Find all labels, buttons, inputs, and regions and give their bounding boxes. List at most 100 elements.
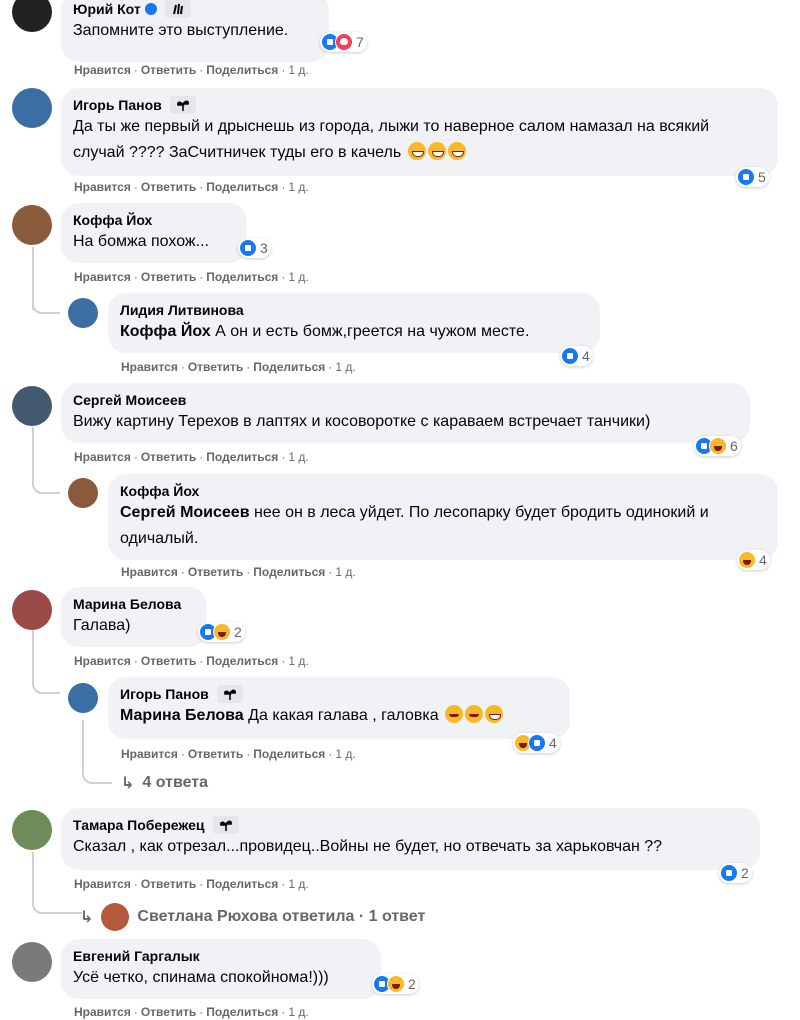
like-link[interactable]: Нравится [121, 565, 178, 579]
haha-icon [738, 551, 756, 569]
timestamp[interactable]: 1 д. [335, 747, 355, 761]
share-link[interactable]: Поделиться [253, 747, 325, 761]
sprout-badge-icon [169, 96, 196, 114]
avatar[interactable] [12, 942, 52, 982]
comment-author[interactable]: Сергей Моисеев [73, 391, 738, 409]
like-icon [720, 864, 738, 882]
like-link[interactable]: Нравится [74, 654, 131, 668]
mention-link[interactable]: Марина Белова [120, 707, 244, 724]
reply-link[interactable]: Ответить [141, 270, 196, 284]
reply-link[interactable]: Ответить [141, 1005, 196, 1019]
reply-link[interactable]: Ответить [141, 654, 196, 668]
comment-actions: Нравится · Ответить · Поделиться · 1 д. [121, 747, 356, 761]
share-link[interactable]: Поделиться [253, 360, 325, 374]
reactions-badge[interactable]: 7 [320, 32, 367, 52]
view-replies[interactable]: ↳ Светлана Рюхова ответила · 1 ответ [80, 903, 425, 931]
like-icon [239, 239, 257, 257]
comment-author[interactable]: Тамара Побережец [73, 816, 748, 834]
comment-author[interactable]: Лидия Литвинова [120, 301, 588, 319]
reactions-badge[interactable]: 6 [694, 436, 741, 456]
reactions-badge[interactable]: 4 [560, 346, 593, 366]
comment-text: На бомжа похож... [73, 233, 209, 250]
view-more-replies[interactable]: ↳ 4 ответа [121, 773, 208, 793]
reactions-badge[interactable]: 2 [372, 974, 419, 994]
thread-connector [32, 670, 60, 694]
thread-connector [32, 470, 60, 494]
comment-actions: Нравится · Ответить · Поделиться · 1 д. [74, 450, 309, 464]
comment-actions: Нравится · Ответить · Поделиться · 1 д. [121, 565, 356, 579]
grin-emoji [407, 142, 426, 160]
timestamp[interactable]: 1 д. [288, 270, 308, 284]
reactions-badge[interactable]: 2 [198, 622, 245, 642]
reactions-badge[interactable]: 3 [238, 238, 271, 258]
share-link[interactable]: Поделиться [206, 654, 278, 668]
like-link[interactable]: Нравится [121, 747, 178, 761]
comment-actions: Нравится · Ответить · Поделиться · 1 д. [74, 270, 309, 284]
comment-author[interactable]: Коффа Йох [120, 482, 766, 500]
timestamp[interactable]: 1 д. [335, 565, 355, 579]
comment-text: Сергей Моисеев нее он в леса уйдет. По л… [120, 504, 709, 547]
comment-author[interactable]: Игорь Панов [120, 685, 558, 703]
avatar[interactable] [12, 810, 52, 850]
reactions-badge[interactable]: 4 [737, 550, 770, 570]
reactions-badge[interactable]: 2 [719, 863, 752, 883]
like-link[interactable]: Нравится [74, 450, 131, 464]
avatar[interactable] [68, 683, 98, 713]
share-link[interactable]: Поделиться [206, 63, 278, 77]
reply-link[interactable]: Ответить [141, 450, 196, 464]
timestamp[interactable]: 1 д. [288, 1005, 308, 1019]
timestamp[interactable]: 1 д. [288, 877, 308, 891]
like-link[interactable]: Нравится [121, 360, 178, 374]
avatar[interactable] [12, 88, 52, 128]
timestamp[interactable]: 1 д. [335, 360, 355, 374]
timestamp[interactable]: 1 д. [288, 654, 308, 668]
reactions-badge[interactable]: 5 [736, 167, 769, 187]
timestamp[interactable]: 1 д. [288, 180, 308, 194]
share-link[interactable]: Поделиться [206, 270, 278, 284]
like-link[interactable]: Нравится [74, 1005, 131, 1019]
comment-actions: Нравится · Ответить · Поделиться · 1 д. [74, 1005, 309, 1019]
comment-author[interactable]: Марина Белова [73, 595, 195, 613]
mention-link[interactable]: Коффа Йох [120, 323, 211, 340]
thread-connector [82, 720, 112, 784]
avatar[interactable] [12, 0, 52, 32]
reply-link[interactable]: Ответить [188, 360, 243, 374]
like-link[interactable]: Нравится [74, 877, 131, 891]
comment-author[interactable]: Юрий Кот [73, 0, 317, 18]
comment-author[interactable]: Евгений Гаргалык [73, 947, 369, 965]
timestamp[interactable]: 1 д. [288, 63, 308, 77]
avatar[interactable] [68, 298, 98, 328]
avatar[interactable] [12, 386, 52, 426]
mention-link[interactable]: Сергей Моисеев [120, 504, 250, 521]
share-link[interactable]: Поделиться [206, 450, 278, 464]
timestamp[interactable]: 1 д. [288, 450, 308, 464]
avatar[interactable] [68, 478, 98, 508]
verified-icon [144, 3, 157, 15]
comment-bubble: Марина Белова Галава) [61, 587, 207, 647]
share-link[interactable]: Поделиться [206, 1005, 278, 1019]
share-link[interactable]: Поделиться [206, 877, 278, 891]
comment-text: Галава) [73, 617, 131, 634]
comment-actions: Нравится · Ответить · Поделиться · 1 д. [74, 877, 309, 891]
reply-link[interactable]: Ответить [141, 180, 196, 194]
reply-link[interactable]: Ответить [141, 877, 196, 891]
avatar[interactable] [12, 590, 52, 630]
reply-link[interactable]: Ответить [141, 63, 196, 77]
reply-link[interactable]: Ответить [188, 565, 243, 579]
reactions-badge[interactable]: 4 [513, 733, 560, 753]
comment-author[interactable]: Коффа Йох [73, 211, 235, 229]
reply-link[interactable]: Ответить [188, 747, 243, 761]
comment-text: Сказал , как отрезал...провидец..Войны н… [73, 838, 663, 855]
like-icon [528, 734, 546, 752]
avatar[interactable] [12, 205, 52, 245]
comment-author[interactable]: Игорь Панов [73, 96, 766, 114]
comment-bubble: Евгений Гаргалык Усё четко, спинама спок… [61, 939, 381, 999]
share-link[interactable]: Поделиться [253, 565, 325, 579]
comment-bubble: Игорь Панов Марина Белова Да какая галав… [108, 677, 570, 739]
comment-actions: Нравится · Ответить · Поделиться · 1 д. [74, 180, 309, 194]
like-link[interactable]: Нравится [74, 180, 131, 194]
share-link[interactable]: Поделиться [206, 180, 278, 194]
like-link[interactable]: Нравится [74, 63, 131, 77]
sprout-badge-icon [216, 685, 243, 703]
like-link[interactable]: Нравится [74, 270, 131, 284]
